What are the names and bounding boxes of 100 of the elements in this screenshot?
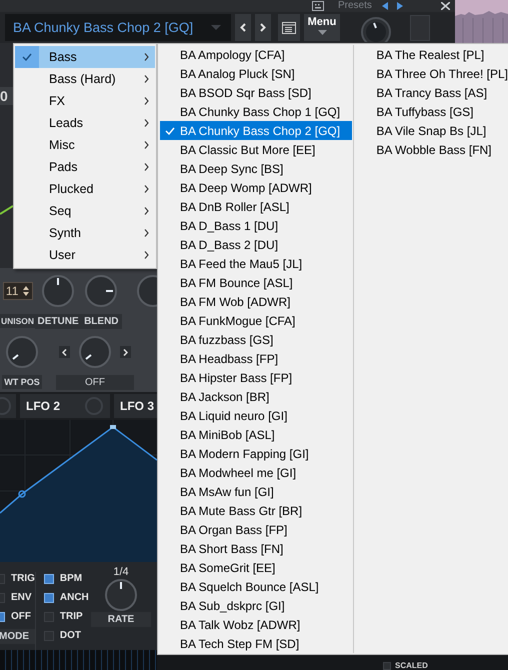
checkbox[interactable] xyxy=(44,612,54,622)
chevron-right-icon xyxy=(144,53,149,61)
menu-item[interactable]: FX xyxy=(15,90,155,112)
checkbox-label: DOT xyxy=(60,630,81,641)
menu-item[interactable]: Misc xyxy=(15,134,155,156)
menu-item[interactable]: Pads xyxy=(15,156,155,178)
menu-item[interactable]: BA Three Oh Three! [PL] xyxy=(356,64,508,84)
chevron-right-icon xyxy=(144,251,149,259)
menu-item[interactable]: BA D_Bass 1 [DU] xyxy=(160,216,352,235)
chevron-right-icon xyxy=(144,163,149,171)
knob-label: UNISON xyxy=(0,314,36,328)
menu-item[interactable]: BA D_Bass 2 [DU] xyxy=(160,235,352,254)
menu-item[interactable]: BA Modwheel me [GI] xyxy=(160,463,352,482)
checkbox[interactable] xyxy=(44,574,54,584)
preset-name-field[interactable]: BA Chunky Bass Chop 2 [GQ] xyxy=(5,14,231,41)
menu-item[interactable]: BA Feed the Mau5 [JL] xyxy=(160,254,352,273)
menu-item[interactable]: BA MiniBob [ASL] xyxy=(160,425,352,444)
browser-button[interactable] xyxy=(278,14,300,41)
next-button[interactable] xyxy=(255,14,271,41)
caret-icon xyxy=(318,30,326,35)
menu-item[interactable]: BA Sub_dskprc [GI] xyxy=(160,596,352,615)
level-meter xyxy=(410,14,430,40)
menu-item[interactable]: BA Chunky Bass Chop 2 [GQ] xyxy=(160,121,352,140)
previous-arrow-icon[interactable] xyxy=(382,2,388,10)
menu-item[interactable]: BA FunkMogue [CFA] xyxy=(160,311,352,330)
menu-item[interactable]: BA Hipster Bass [FP] xyxy=(160,368,352,387)
menu-item[interactable]: BA Analog Pluck [SN] xyxy=(160,64,352,83)
menu-item[interactable]: BA Liquid neuro [GI] xyxy=(160,406,352,425)
chevron-left-icon xyxy=(240,23,246,32)
menu-item[interactable]: BA Classic But More [EE] xyxy=(160,140,352,159)
menu-item[interactable]: BA DnB Roller [ASL] xyxy=(160,197,352,216)
value-display: 0 xyxy=(0,87,13,105)
menu-item[interactable]: BA Vile Snap Bs [JL] xyxy=(356,121,508,140)
menu-item[interactable]: BA Modern Fapping [GI] xyxy=(160,444,352,463)
menu-item[interactable]: BA Organ Bass [FP] xyxy=(160,520,352,539)
menu-item[interactable]: Leads xyxy=(15,112,155,134)
checkbox[interactable] xyxy=(44,592,54,602)
menu-item[interactable]: BA Deep Sync [BS] xyxy=(160,159,352,178)
waveform-drawing xyxy=(455,0,508,43)
presets-label: Presets xyxy=(338,0,372,12)
chevron-right-icon xyxy=(144,97,149,105)
stepper-icon xyxy=(23,286,30,296)
chevron-right-icon xyxy=(144,185,149,193)
unison-field[interactable]: 11 xyxy=(2,282,33,300)
checkbox-label: ANCH xyxy=(60,592,89,603)
chevron-right-icon xyxy=(123,348,128,356)
previous-button[interactable] xyxy=(235,14,251,41)
menu-item[interactable]: BA Mute Bass Gtr [BR] xyxy=(160,501,352,520)
menu-button[interactable]: Menu xyxy=(304,14,340,41)
menu-item[interactable]: BA BSOD Sqr Bass [SD] xyxy=(160,83,352,102)
menu-item[interactable]: Bass (Hard) xyxy=(15,68,155,90)
knob-label: BLEND xyxy=(81,314,122,329)
menu-item[interactable]: BA FM Wob [ADWR] xyxy=(160,292,352,311)
menu-item[interactable]: BA SomeGrit [EE] xyxy=(160,558,352,577)
menu-item[interactable]: BA Short Bass [FN] xyxy=(160,539,352,558)
chevron-right-icon xyxy=(144,75,149,83)
checkbox[interactable] xyxy=(44,630,54,640)
next-arrow-icon[interactable] xyxy=(396,2,403,10)
checkbox-label: SCALED xyxy=(395,661,428,670)
mode-label: MODE xyxy=(0,629,35,644)
menu-item[interactable]: Bass xyxy=(15,46,155,68)
caret-icon xyxy=(211,24,221,30)
menu-item[interactable]: Synth xyxy=(15,222,155,244)
envelope-curve-drawing xyxy=(0,205,13,215)
menu-item[interactable]: BA Ampology [CFA] xyxy=(160,45,352,64)
menu-item[interactable]: BA Squelch Bounce [ASL] xyxy=(160,577,352,596)
chevron-right-icon xyxy=(260,23,266,32)
checkbox-label: OFF xyxy=(11,611,31,622)
checkbox-label: ENV xyxy=(11,592,32,603)
menu-item[interactable]: BA Wobble Bass [FN] xyxy=(356,140,508,160)
menu-item[interactable]: BA Tech Step FM [SD] xyxy=(160,634,352,653)
menu-item[interactable]: BA Tuffybass [GS] xyxy=(356,102,508,122)
menu-item[interactable]: BA The Realest [PL] xyxy=(356,45,508,64)
checkbox-label: TRIP xyxy=(60,611,83,622)
menu-item[interactable]: BA fuzzbass [GS] xyxy=(160,330,352,349)
menu-item[interactable]: User xyxy=(15,244,155,266)
menu-item[interactable]: BA Headbass [FP] xyxy=(160,349,352,368)
previous-button[interactable] xyxy=(59,346,70,358)
menu-item[interactable]: BA Trancy Bass [AS] xyxy=(356,83,508,102)
knob-label: OFF xyxy=(56,375,134,390)
menu-item[interactable]: BA Deep Womp [ADWR] xyxy=(160,178,352,197)
menu-item[interactable]: BA Talk Wobz [ADWR] xyxy=(160,615,352,634)
chevron-left-icon xyxy=(62,348,67,356)
rate-value: 1/4 xyxy=(113,566,129,578)
menu-item[interactable]: BA Jackson [BR] xyxy=(160,387,352,406)
knob-label: WT POS xyxy=(2,375,42,389)
keyboard-icon[interactable] xyxy=(312,1,324,11)
checkbox[interactable] xyxy=(383,662,391,670)
menu-item[interactable]: BA Chunky Bass Chop 1 [GQ] xyxy=(160,102,352,121)
menu-item[interactable]: Plucked xyxy=(15,178,155,200)
knob-label: RATE xyxy=(91,612,151,627)
chevron-right-icon xyxy=(144,207,149,215)
menu-item[interactable]: BA FM Bounce [ASL] xyxy=(160,273,352,292)
list-window-icon xyxy=(282,22,296,34)
close-icon[interactable] xyxy=(440,2,450,10)
menu-item[interactable]: Seq xyxy=(15,200,155,222)
menu-item[interactable]: BA MsAw fun [GI] xyxy=(160,482,352,501)
check-icon xyxy=(22,53,32,61)
knob-label: DETUNE xyxy=(34,314,82,329)
next-button[interactable] xyxy=(120,346,131,358)
